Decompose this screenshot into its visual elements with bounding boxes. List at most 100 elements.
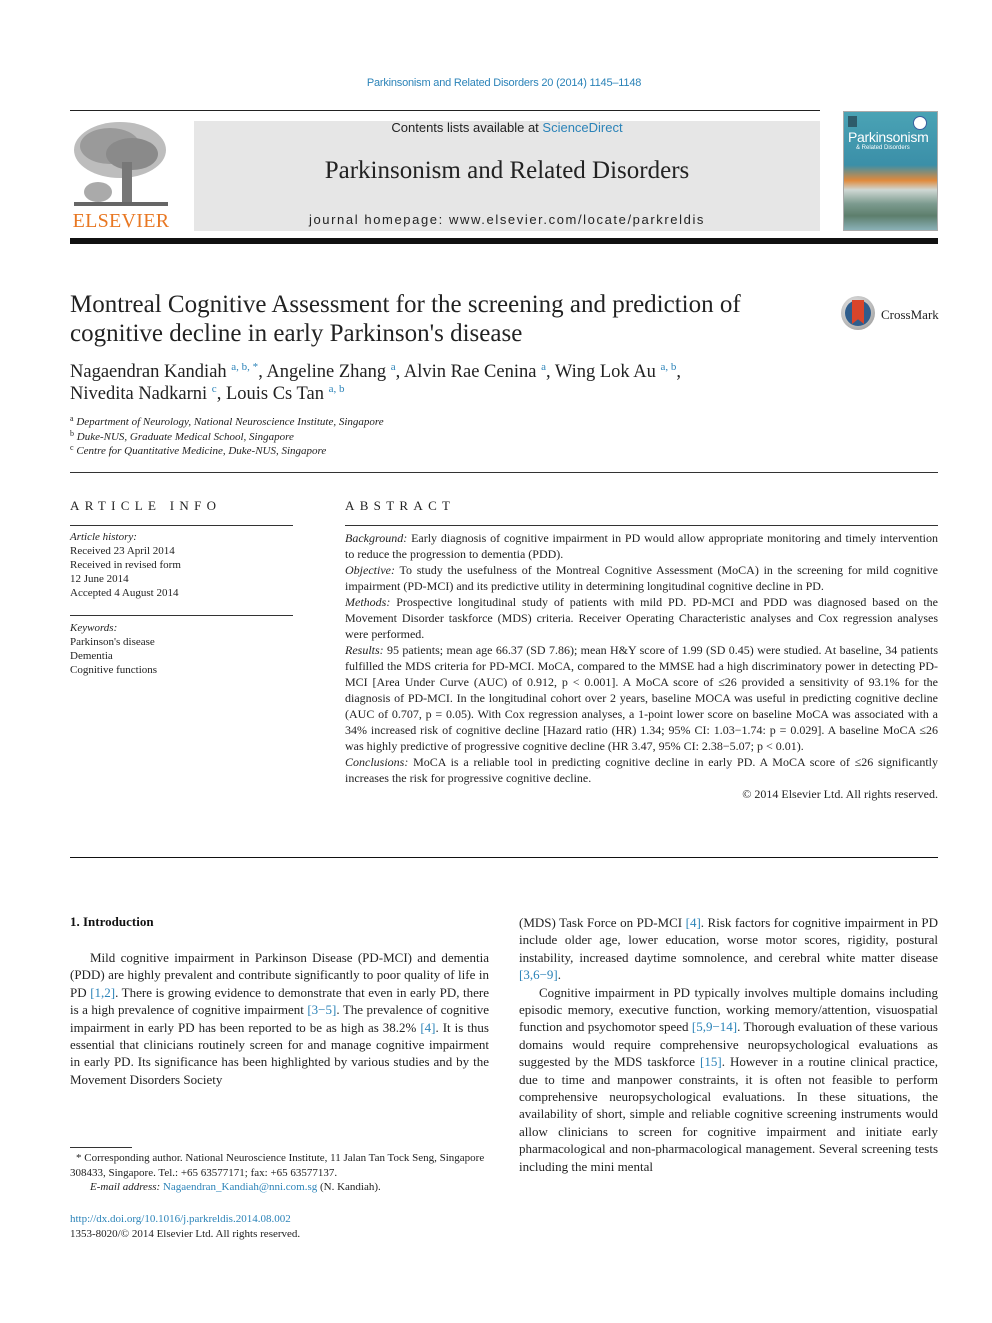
abstract-section-text: 95 patients; mean age 66.37 (SD 7.86); m… <box>345 643 938 753</box>
keywords: Keywords: Parkinson's disease Dementia C… <box>70 621 293 677</box>
citation-link[interactable]: [3,6−9] <box>519 967 558 982</box>
footnote-divider <box>70 1147 132 1148</box>
abstract-section-text: To study the usefulness of the Montreal … <box>345 563 938 593</box>
author-name[interactable]: Nivedita Nadkarni <box>70 384 207 404</box>
body-column-left: Mild cognitive impairment in Parkinson D… <box>70 949 489 1088</box>
paragraph: Cognitive impairment in PD typically inv… <box>519 984 938 1175</box>
email-suffix: (N. Kandiah). <box>317 1181 381 1193</box>
affiliation-key: a <box>70 414 74 423</box>
history-label: Article history: <box>70 531 137 543</box>
contents-prefix: Contents lists available at <box>391 120 543 135</box>
affiliation-text: Centre for Quantitative Medicine, Duke-N… <box>76 445 327 457</box>
divider <box>70 615 293 616</box>
body-column-right: (MDS) Task Force on PD-MCI [4]. Risk fac… <box>519 914 938 1175</box>
abstract-section-label: Results: <box>345 643 384 657</box>
citation-link[interactable]: [5,9−14] <box>692 1019 737 1034</box>
email-link[interactable]: Nagaendran_Kandiah@nni.com.sg <box>163 1181 317 1193</box>
citation-link[interactable]: [4] <box>686 915 701 930</box>
author-affiliation-link[interactable]: a, b <box>329 383 345 395</box>
corresponding-author: * Corresponding author. National Neurosc… <box>70 1152 485 1179</box>
article-title: Montreal Cognitive Assessment for the sc… <box>70 291 741 347</box>
cover-subtitle: & Related Disorders <box>856 145 910 151</box>
doi-link[interactable]: http://dx.doi.org/10.1016/j.parkreldis.2… <box>70 1212 300 1227</box>
divider <box>345 525 938 526</box>
abstract-section-text: Prospective longitudinal study of patien… <box>345 595 938 641</box>
corresponding-author-footnote: * Corresponding author. National Neurosc… <box>70 1151 490 1195</box>
citation-link[interactable]: [3−5] <box>307 1002 336 1017</box>
author-list: Nagaendran Kandiah a, b, *, Angeline Zha… <box>70 361 870 405</box>
journal-reference-link[interactable]: Parkinsonism and Related Disorders 20 (2… <box>0 77 992 89</box>
affiliations: a Department of Neurology, National Neur… <box>70 415 384 459</box>
history-item: 12 June 2014 <box>70 573 129 585</box>
keyword-item: Dementia <box>70 650 113 662</box>
separator: , <box>676 362 682 382</box>
journal-name: Parkinsonism and Related Disorders <box>324 157 690 184</box>
abstract-section: Background: Early diagnosis of cognitive… <box>345 530 938 562</box>
crossmark-icon <box>841 296 875 330</box>
affiliation-item: b Duke-NUS, Graduate Medical School, Sin… <box>70 428 384 445</box>
affiliation-text: Duke-NUS, Graduate Medical School, Singa… <box>76 430 294 443</box>
tree-icon <box>74 122 168 206</box>
separator: , <box>545 362 555 382</box>
keywords-label: Keywords: <box>70 622 118 634</box>
affiliation-key: c <box>70 443 74 452</box>
keyword-item: Parkinson's disease <box>70 636 155 648</box>
header-divider <box>70 238 938 244</box>
history-item: Accepted 4 August 2014 <box>70 587 179 599</box>
abstract-section-label: Background: <box>345 531 408 545</box>
crossmark-label: CrossMark <box>881 307 939 322</box>
divider <box>70 857 938 858</box>
abstract-section: Results: 95 patients; mean age 66.37 (SD… <box>345 642 938 754</box>
affiliation-key: b <box>70 428 74 438</box>
email-line: E-mail address: Nagaendran_Kandiah@nni.c… <box>70 1180 490 1195</box>
elsevier-logo[interactable]: ELSEVIER <box>70 118 172 233</box>
abstract-section-label: Conclusions: <box>345 755 409 769</box>
crossmark-button[interactable]: CrossMark <box>841 296 951 336</box>
sciencedirect-link[interactable]: ScienceDirect <box>542 120 622 135</box>
divider <box>70 472 938 473</box>
separator: , <box>216 384 226 404</box>
journal-cover-image[interactable]: Parkinsonism & Related Disorders <box>843 111 938 231</box>
author-affiliation-link[interactable]: a, b, * <box>231 361 258 373</box>
cover-title: Parkinsonism <box>848 129 929 145</box>
issn-copyright: 1353-8020/© 2014 Elsevier Ltd. All right… <box>70 1228 301 1240</box>
text: (MDS) Task Force on PD-MCI <box>519 915 686 930</box>
history-item: Received 23 April 2014 <box>70 545 175 557</box>
article-info-heading: ARTICLE INFO <box>70 498 222 513</box>
abstract-section: Methods: Prospective longitudinal study … <box>345 594 938 642</box>
abstract-section-text: Early diagnosis of cognitive impairment … <box>345 531 938 561</box>
abstract-section-text: MoCA is a reliable tool in predicting co… <box>345 755 938 785</box>
divider <box>70 525 293 526</box>
elsevier-wordmark: ELSEVIER <box>72 210 170 232</box>
separator: , <box>395 362 404 382</box>
citation-link[interactable]: [4] <box>420 1020 435 1035</box>
section-heading: 1. Introduction <box>70 914 154 929</box>
history-item: Received in revised form <box>70 559 181 571</box>
affiliation-item: a Department of Neurology, National Neur… <box>70 415 384 430</box>
abstract-section: Conclusions: MoCA is a reliable tool in … <box>345 754 938 786</box>
author-affiliation-link[interactable]: a, b <box>661 361 677 373</box>
keyword-item: Cognitive functions <box>70 664 158 676</box>
abstract-body: Background: Early diagnosis of cognitive… <box>345 530 938 802</box>
text: . <box>557 967 561 983</box>
author-name[interactable]: Louis Cs Tan <box>226 384 324 404</box>
citation-link[interactable]: [1,2] <box>90 985 115 1000</box>
journal-homepage-link[interactable]: journal homepage: www.elsevier.com/locat… <box>194 212 820 227</box>
affiliation-item: c Centre for Quantitative Medicine, Duke… <box>70 444 384 459</box>
paragraph: (MDS) Task Force on PD-MCI [4]. Risk fac… <box>519 914 938 984</box>
abstract-heading: ABSTRACT <box>345 498 456 513</box>
author-name[interactable]: Angeline Zhang <box>266 362 386 382</box>
abstract-section: Objective: To study the usefulness of th… <box>345 562 938 594</box>
doi-block: http://dx.doi.org/10.1016/j.parkreldis.2… <box>70 1212 300 1242</box>
email-label: E-mail address: <box>90 1181 161 1193</box>
contents-line: Contents lists available at ScienceDirec… <box>194 120 820 135</box>
author-name[interactable]: Wing Lok Au <box>555 362 656 382</box>
paragraph: Mild cognitive impairment in Parkinson D… <box>70 949 489 1088</box>
citation-link[interactable]: [15] <box>700 1054 722 1069</box>
copyright: © 2014 Elsevier Ltd. All rights reserved… <box>742 787 938 801</box>
abstract-section-label: Methods: <box>345 595 391 609</box>
author-name[interactable]: Nagaendran Kandiah <box>70 362 227 382</box>
cover-society-badge-icon <box>913 116 927 130</box>
text: . However in a routine clinical practice… <box>519 1054 939 1174</box>
author-name[interactable]: Alvin Rae Cenina <box>404 362 537 382</box>
